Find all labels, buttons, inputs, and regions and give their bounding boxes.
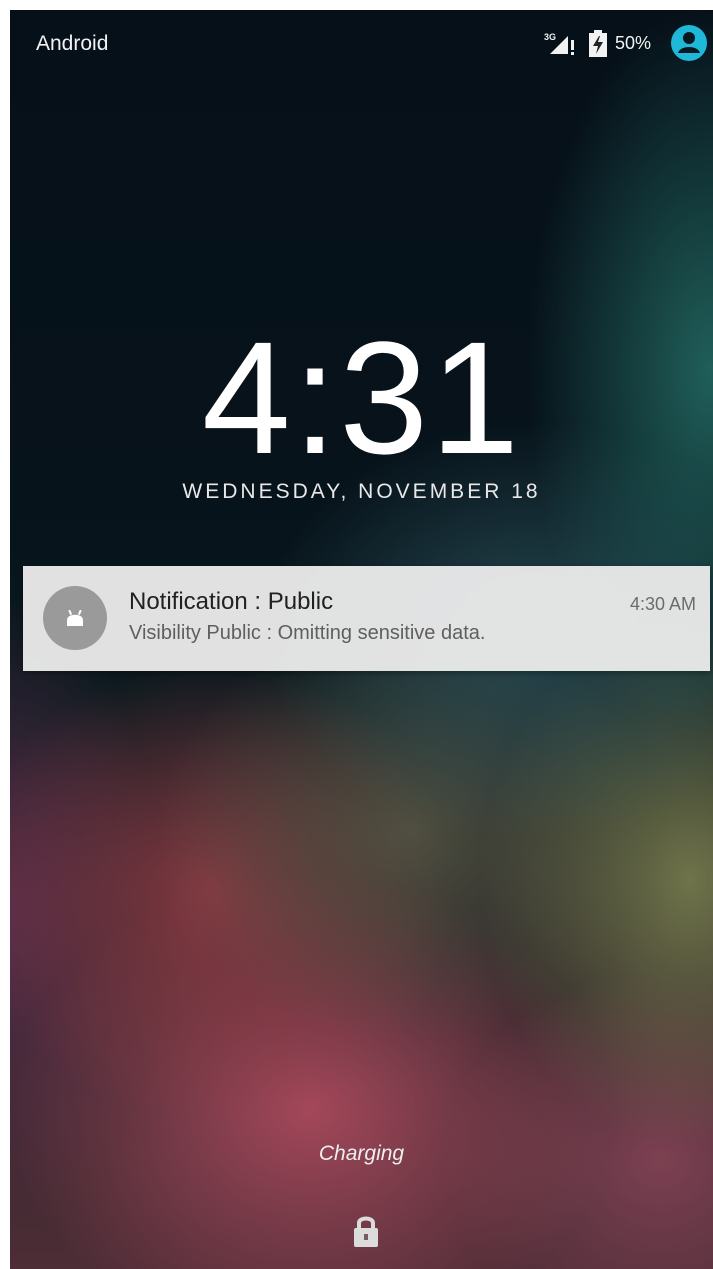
android-app-icon: [43, 586, 107, 650]
notification-card[interactable]: Notification : Public Visibility Public …: [23, 566, 710, 671]
carrier-label: Android: [36, 32, 109, 55]
lock-icon[interactable]: [351, 1214, 381, 1248]
user-avatar-icon[interactable]: [670, 24, 708, 62]
notification-text: Visibility Public : Omitting sensitive d…: [129, 622, 486, 644]
battery-charging-icon: [589, 30, 607, 57]
lockscreen-date: WEDNESDAY, NOVEMBER 18: [182, 480, 541, 503]
lockscreen-clock: 4:31: [201, 308, 522, 487]
notification-title: Notification : Public: [129, 588, 334, 615]
notification-time: 4:30 AM: [629, 594, 696, 614]
signal-3g-icon: 3G: [544, 32, 574, 55]
battery-percent: 50%: [615, 33, 652, 53]
lock-screen: Android 3G 50% 4:31 WEDNESDAY, NOVEMBER …: [10, 10, 713, 1269]
charging-status: Charging: [318, 1142, 405, 1165]
status-bar: Android 3G 50%: [10, 10, 713, 80]
network-type-label: 3G: [544, 32, 556, 42]
